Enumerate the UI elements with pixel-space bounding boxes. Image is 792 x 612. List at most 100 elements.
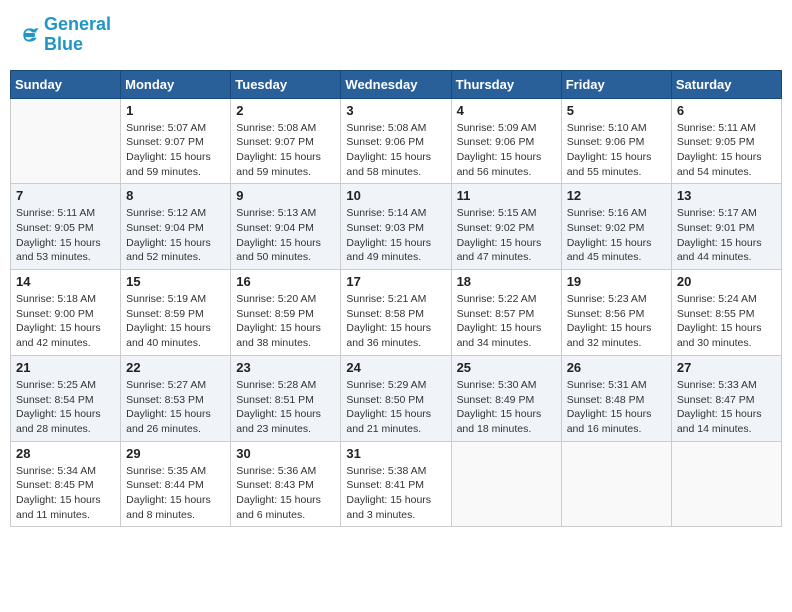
day-number: 4	[457, 103, 556, 118]
weekday-header-friday: Friday	[561, 70, 671, 98]
calendar-cell: 21 Sunrise: 5:25 AMSunset: 8:54 PMDayligh…	[11, 355, 121, 441]
day-number: 10	[346, 188, 445, 203]
day-info: Sunrise: 5:31 AMSunset: 8:48 PMDaylight:…	[567, 378, 666, 437]
day-number: 5	[567, 103, 666, 118]
calendar-cell: 25 Sunrise: 5:30 AMSunset: 8:49 PMDayligh…	[451, 355, 561, 441]
logo: General Blue	[20, 15, 111, 55]
calendar-cell	[671, 441, 781, 527]
day-number: 16	[236, 274, 335, 289]
day-number: 23	[236, 360, 335, 375]
day-number: 27	[677, 360, 776, 375]
day-number: 1	[126, 103, 225, 118]
day-info: Sunrise: 5:14 AMSunset: 9:03 PMDaylight:…	[346, 206, 445, 265]
day-info: Sunrise: 5:11 AMSunset: 9:05 PMDaylight:…	[16, 206, 115, 265]
day-number: 14	[16, 274, 115, 289]
day-info: Sunrise: 5:28 AMSunset: 8:51 PMDaylight:…	[236, 378, 335, 437]
week-row-2: 7 Sunrise: 5:11 AMSunset: 9:05 PMDaylight…	[11, 184, 782, 270]
calendar-cell: 30 Sunrise: 5:36 AMSunset: 8:43 PMDayligh…	[231, 441, 341, 527]
day-info: Sunrise: 5:27 AMSunset: 8:53 PMDaylight:…	[126, 378, 225, 437]
weekday-header-thursday: Thursday	[451, 70, 561, 98]
calendar-cell: 8Sunrise: 5:12 AMSunset: 9:04 PMDaylight…	[121, 184, 231, 270]
day-number: 24	[346, 360, 445, 375]
day-number: 13	[677, 188, 776, 203]
calendar-cell: 28 Sunrise: 5:34 AMSunset: 8:45 PMDayligh…	[11, 441, 121, 527]
day-number: 9	[236, 188, 335, 203]
calendar-cell: 2 Sunrise: 5:08 AMSunset: 9:07 PMDaylight…	[231, 98, 341, 184]
calendar-cell	[11, 98, 121, 184]
day-info: Sunrise: 5:20 AMSunset: 8:59 PMDaylight:…	[236, 292, 335, 351]
day-info: Sunrise: 5:25 AMSunset: 8:54 PMDaylight:…	[16, 378, 115, 437]
day-info: Sunrise: 5:08 AMSunset: 9:06 PMDaylight:…	[346, 121, 445, 180]
day-info: Sunrise: 5:36 AMSunset: 8:43 PMDaylight:…	[236, 464, 335, 523]
calendar-cell: 9 Sunrise: 5:13 AMSunset: 9:04 PMDaylight…	[231, 184, 341, 270]
day-info: Sunrise: 5:23 AMSunset: 8:56 PMDaylight:…	[567, 292, 666, 351]
calendar-cell: 27 Sunrise: 5:33 AMSunset: 8:47 PMDayligh…	[671, 355, 781, 441]
day-number: 21	[16, 360, 115, 375]
day-info: Sunrise: 5:35 AMSunset: 8:44 PMDaylight:…	[126, 464, 225, 523]
calendar-cell: 10 Sunrise: 5:14 AMSunset: 9:03 PMDayligh…	[341, 184, 451, 270]
calendar-cell: 17 Sunrise: 5:21 AMSunset: 8:58 PMDayligh…	[341, 270, 451, 356]
calendar-cell: 16 Sunrise: 5:20 AMSunset: 8:59 PMDayligh…	[231, 270, 341, 356]
calendar-cell: 7 Sunrise: 5:11 AMSunset: 9:05 PMDaylight…	[11, 184, 121, 270]
day-number: 31	[346, 446, 445, 461]
day-info: Sunrise: 5:10 AMSunset: 9:06 PMDaylight:…	[567, 121, 666, 180]
week-row-4: 21 Sunrise: 5:25 AMSunset: 8:54 PMDayligh…	[11, 355, 782, 441]
calendar-cell	[561, 441, 671, 527]
day-number: 19	[567, 274, 666, 289]
calendar-cell: 24 Sunrise: 5:29 AMSunset: 8:50 PMDayligh…	[341, 355, 451, 441]
day-info: Sunrise: 5:24 AMSunset: 8:55 PMDaylight:…	[677, 292, 776, 351]
calendar-cell: 29 Sunrise: 5:35 AMSunset: 8:44 PMDayligh…	[121, 441, 231, 527]
day-number: 2	[236, 103, 335, 118]
day-number: 6	[677, 103, 776, 118]
day-number: 30	[236, 446, 335, 461]
page-header: General Blue	[10, 10, 782, 60]
day-info: Sunrise: 5:38 AMSunset: 8:41 PMDaylight:…	[346, 464, 445, 523]
week-row-5: 28 Sunrise: 5:34 AMSunset: 8:45 PMDayligh…	[11, 441, 782, 527]
day-number: 26	[567, 360, 666, 375]
day-info: Sunrise: 5:21 AMSunset: 8:58 PMDaylight:…	[346, 292, 445, 351]
weekday-header-row: SundayMondayTuesdayWednesdayThursdayFrid…	[11, 70, 782, 98]
day-number: 15	[126, 274, 225, 289]
day-info: Sunrise: 5:30 AMSunset: 8:49 PMDaylight:…	[457, 378, 556, 437]
day-info: Sunrise: 5:33 AMSunset: 8:47 PMDaylight:…	[677, 378, 776, 437]
day-info: Sunrise: 5:22 AMSunset: 8:57 PMDaylight:…	[457, 292, 556, 351]
calendar-cell: 15 Sunrise: 5:19 AMSunset: 8:59 PMDayligh…	[121, 270, 231, 356]
day-info: Sunrise: 5:12 AMSunset: 9:04 PMDaylight:…	[126, 206, 225, 265]
calendar-cell: 23 Sunrise: 5:28 AMSunset: 8:51 PMDayligh…	[231, 355, 341, 441]
day-number: 25	[457, 360, 556, 375]
calendar-cell: 13Sunrise: 5:17 AMSunset: 9:01 PMDayligh…	[671, 184, 781, 270]
calendar-cell: 3Sunrise: 5:08 AMSunset: 9:06 PMDaylight…	[341, 98, 451, 184]
day-info: Sunrise: 5:19 AMSunset: 8:59 PMDaylight:…	[126, 292, 225, 351]
day-number: 7	[16, 188, 115, 203]
day-number: 18	[457, 274, 556, 289]
calendar-cell: 12 Sunrise: 5:16 AMSunset: 9:02 PMDayligh…	[561, 184, 671, 270]
weekday-header-tuesday: Tuesday	[231, 70, 341, 98]
calendar-cell: 31 Sunrise: 5:38 AMSunset: 8:41 PMDayligh…	[341, 441, 451, 527]
weekday-header-wednesday: Wednesday	[341, 70, 451, 98]
calendar-cell: 4 Sunrise: 5:09 AMSunset: 9:06 PMDaylight…	[451, 98, 561, 184]
calendar-cell: 18 Sunrise: 5:22 AMSunset: 8:57 PMDayligh…	[451, 270, 561, 356]
calendar-cell: 20 Sunrise: 5:24 AMSunset: 8:55 PMDayligh…	[671, 270, 781, 356]
day-info: Sunrise: 5:29 AMSunset: 8:50 PMDaylight:…	[346, 378, 445, 437]
day-info: Sunrise: 5:08 AMSunset: 9:07 PMDaylight:…	[236, 121, 335, 180]
day-number: 17	[346, 274, 445, 289]
day-info: Sunrise: 5:34 AMSunset: 8:45 PMDaylight:…	[16, 464, 115, 523]
day-number: 28	[16, 446, 115, 461]
calendar-cell: 14 Sunrise: 5:18 AMSunset: 9:00 PMDayligh…	[11, 270, 121, 356]
day-number: 20	[677, 274, 776, 289]
day-info: Sunrise: 5:11 AMSunset: 9:05 PMDaylight:…	[677, 121, 776, 180]
day-number: 29	[126, 446, 225, 461]
day-info: Sunrise: 5:15 AMSunset: 9:02 PMDaylight:…	[457, 206, 556, 265]
logo-blue: Blue	[44, 35, 111, 55]
day-info: Sunrise: 5:09 AMSunset: 9:06 PMDaylight:…	[457, 121, 556, 180]
day-info: Sunrise: 5:18 AMSunset: 9:00 PMDaylight:…	[16, 292, 115, 351]
calendar-cell: 22Sunrise: 5:27 AMSunset: 8:53 PMDayligh…	[121, 355, 231, 441]
weekday-header-saturday: Saturday	[671, 70, 781, 98]
weekday-header-monday: Monday	[121, 70, 231, 98]
calendar-cell: 11Sunrise: 5:15 AMSunset: 9:02 PMDayligh…	[451, 184, 561, 270]
day-info: Sunrise: 5:16 AMSunset: 9:02 PMDaylight:…	[567, 206, 666, 265]
day-number: 12	[567, 188, 666, 203]
week-row-3: 14 Sunrise: 5:18 AMSunset: 9:00 PMDayligh…	[11, 270, 782, 356]
day-info: Sunrise: 5:13 AMSunset: 9:04 PMDaylight:…	[236, 206, 335, 265]
calendar-cell: 1Sunrise: 5:07 AMSunset: 9:07 PMDaylight…	[121, 98, 231, 184]
